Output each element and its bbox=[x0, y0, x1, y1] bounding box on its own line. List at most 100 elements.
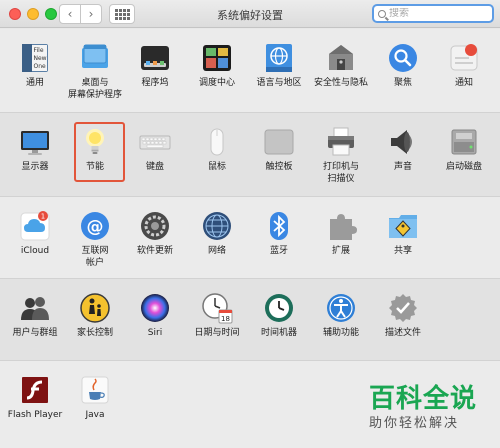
pref-parental-controls[interactable]: 家长控制 bbox=[64, 279, 126, 339]
pref-label: 程序坞 bbox=[141, 78, 169, 88]
pref-startup-disk[interactable]: 启动磁盘 bbox=[433, 113, 495, 173]
pref-label: 触控板 bbox=[265, 162, 293, 172]
pref-label: Flash Player bbox=[7, 410, 63, 420]
pref-icloud[interactable]: 1 iCloud bbox=[4, 197, 66, 257]
pref-label: 打印机与 扫描仪 bbox=[322, 162, 359, 184]
mission-control-icon bbox=[203, 45, 231, 71]
pref-label: 互联网 帐户 bbox=[81, 246, 109, 268]
section-personal: File New One 通用 桌面与 屏幕保护程序 程序坞 调度中心 语言与地… bbox=[0, 29, 500, 113]
pref-general[interactable]: File New One 通用 bbox=[4, 29, 66, 89]
svg-text:18: 18 bbox=[221, 315, 230, 323]
pref-label: 键盘 bbox=[145, 162, 164, 172]
pref-label: 扩展 bbox=[331, 246, 350, 256]
pref-spotlight[interactable]: 聚焦 bbox=[372, 29, 434, 89]
pref-label: 蓝牙 bbox=[269, 246, 288, 256]
svg-text:@: @ bbox=[87, 217, 104, 237]
svg-text:File: File bbox=[34, 47, 44, 54]
pref-label: 调度中心 bbox=[198, 78, 235, 88]
pref-accessibility[interactable]: 辅助功能 bbox=[310, 279, 372, 339]
pref-mission-control[interactable]: 调度中心 bbox=[186, 29, 248, 89]
selection-highlight bbox=[74, 122, 125, 182]
pref-users[interactable]: 用户与群组 bbox=[4, 279, 66, 339]
pref-label: 通知 bbox=[454, 78, 473, 88]
svg-text:New: New bbox=[34, 55, 47, 62]
internet-accounts-icon: @ bbox=[81, 212, 109, 240]
pref-internet-accounts[interactable]: @ 互联网 帐户 bbox=[64, 197, 126, 269]
pref-desktop[interactable]: 桌面与 屏幕保护程序 bbox=[64, 29, 126, 101]
pref-language[interactable]: 语言与地区 bbox=[248, 29, 310, 89]
svg-text:One: One bbox=[34, 63, 47, 70]
pref-sound[interactable]: 声音 bbox=[372, 113, 434, 173]
software-update-icon bbox=[141, 212, 169, 240]
search-field[interactable] bbox=[372, 4, 494, 23]
section-internet: 1 iCloud @ 互联网 帐户 软件更新 网络 蓝牙 扩展 共享 bbox=[0, 197, 500, 279]
pref-time-machine[interactable]: 时间机器 bbox=[248, 279, 310, 339]
flash-player-icon bbox=[22, 377, 48, 403]
pref-label: 共享 bbox=[393, 246, 412, 256]
users-icon bbox=[21, 297, 49, 320]
watermark-title: 百科全说 bbox=[369, 384, 478, 414]
spotlight-icon bbox=[389, 44, 417, 72]
language-icon bbox=[266, 44, 292, 72]
icloud-icon: 1 bbox=[20, 211, 50, 241]
pref-display[interactable]: 显示器 bbox=[4, 113, 66, 173]
pref-notifications[interactable]: 通知 bbox=[433, 29, 495, 89]
pref-label: 时间机器 bbox=[260, 328, 297, 338]
pref-label: 声音 bbox=[393, 162, 412, 172]
pref-extensions[interactable]: 扩展 bbox=[310, 197, 372, 257]
dock-icon bbox=[141, 46, 169, 70]
pref-label: 鼠标 bbox=[207, 162, 226, 172]
pref-profiles[interactable]: 描述文件 bbox=[372, 279, 434, 339]
pref-java[interactable]: Java bbox=[64, 361, 126, 421]
pref-label: 桌面与 屏幕保护程序 bbox=[67, 78, 122, 100]
pref-network[interactable]: 网络 bbox=[186, 197, 248, 257]
network-icon bbox=[203, 212, 231, 240]
pref-label: 辅助功能 bbox=[322, 328, 359, 338]
profiles-icon bbox=[389, 294, 417, 322]
search-icon bbox=[378, 9, 386, 18]
pref-label: 网络 bbox=[207, 246, 226, 256]
pref-security[interactable]: 安全性与隐私 bbox=[310, 29, 372, 89]
pref-label: 用户与群组 bbox=[12, 328, 58, 338]
badge-count: 1 bbox=[41, 213, 45, 221]
time-machine-icon bbox=[265, 294, 293, 322]
mouse-icon bbox=[210, 128, 224, 156]
pref-label: 通用 bbox=[25, 78, 44, 88]
pref-flash-player[interactable]: Flash Player bbox=[4, 361, 66, 421]
watermark: 百科全说 助你轻松解决 bbox=[369, 383, 495, 441]
pref-label: iCloud bbox=[20, 246, 50, 256]
pref-dock[interactable]: 程序坞 bbox=[124, 29, 186, 89]
section-system: 用户与群组 家长控制 Siri 18 日期与时间 时间机器 辅助功能 描述文件 bbox=[0, 279, 500, 361]
pref-printers[interactable]: 打印机与 扫描仪 bbox=[310, 113, 372, 185]
pref-siri[interactable]: Siri bbox=[124, 279, 186, 339]
sharing-icon bbox=[389, 215, 417, 238]
java-icon bbox=[81, 376, 109, 404]
pref-label: 日期与时间 bbox=[194, 328, 240, 338]
watermark-subtitle: 助你轻松解决 bbox=[369, 416, 460, 431]
pref-label: 启动磁盘 bbox=[445, 162, 482, 172]
trackpad-icon bbox=[264, 129, 294, 155]
pref-label: 安全性与隐私 bbox=[313, 78, 368, 88]
pref-software-update[interactable]: 软件更新 bbox=[124, 197, 186, 257]
search-input[interactable] bbox=[389, 8, 489, 19]
pref-label: 家长控制 bbox=[76, 328, 113, 338]
pref-keyboard[interactable]: 键盘 bbox=[124, 113, 186, 173]
pref-label: 语言与地区 bbox=[256, 78, 302, 88]
pref-date-time[interactable]: 18 日期与时间 bbox=[186, 279, 248, 339]
pref-label: Siri bbox=[147, 328, 163, 338]
notifications-icon bbox=[450, 44, 478, 71]
pref-sharing[interactable]: 共享 bbox=[372, 197, 434, 257]
pref-bluetooth[interactable]: 蓝牙 bbox=[248, 197, 310, 257]
pref-mouse[interactable]: 鼠标 bbox=[186, 113, 248, 173]
date-time-icon: 18 bbox=[202, 293, 233, 324]
general-icon: File New One bbox=[22, 44, 48, 72]
pref-label: 软件更新 bbox=[136, 246, 173, 256]
pref-label: 描述文件 bbox=[384, 328, 421, 338]
extensions-icon bbox=[330, 214, 357, 240]
display-icon bbox=[21, 131, 49, 155]
printer-icon bbox=[328, 127, 354, 156]
pref-label: 聚焦 bbox=[393, 78, 412, 88]
security-icon bbox=[329, 45, 353, 70]
pref-trackpad[interactable]: 触控板 bbox=[248, 113, 310, 173]
sound-icon bbox=[391, 130, 412, 154]
